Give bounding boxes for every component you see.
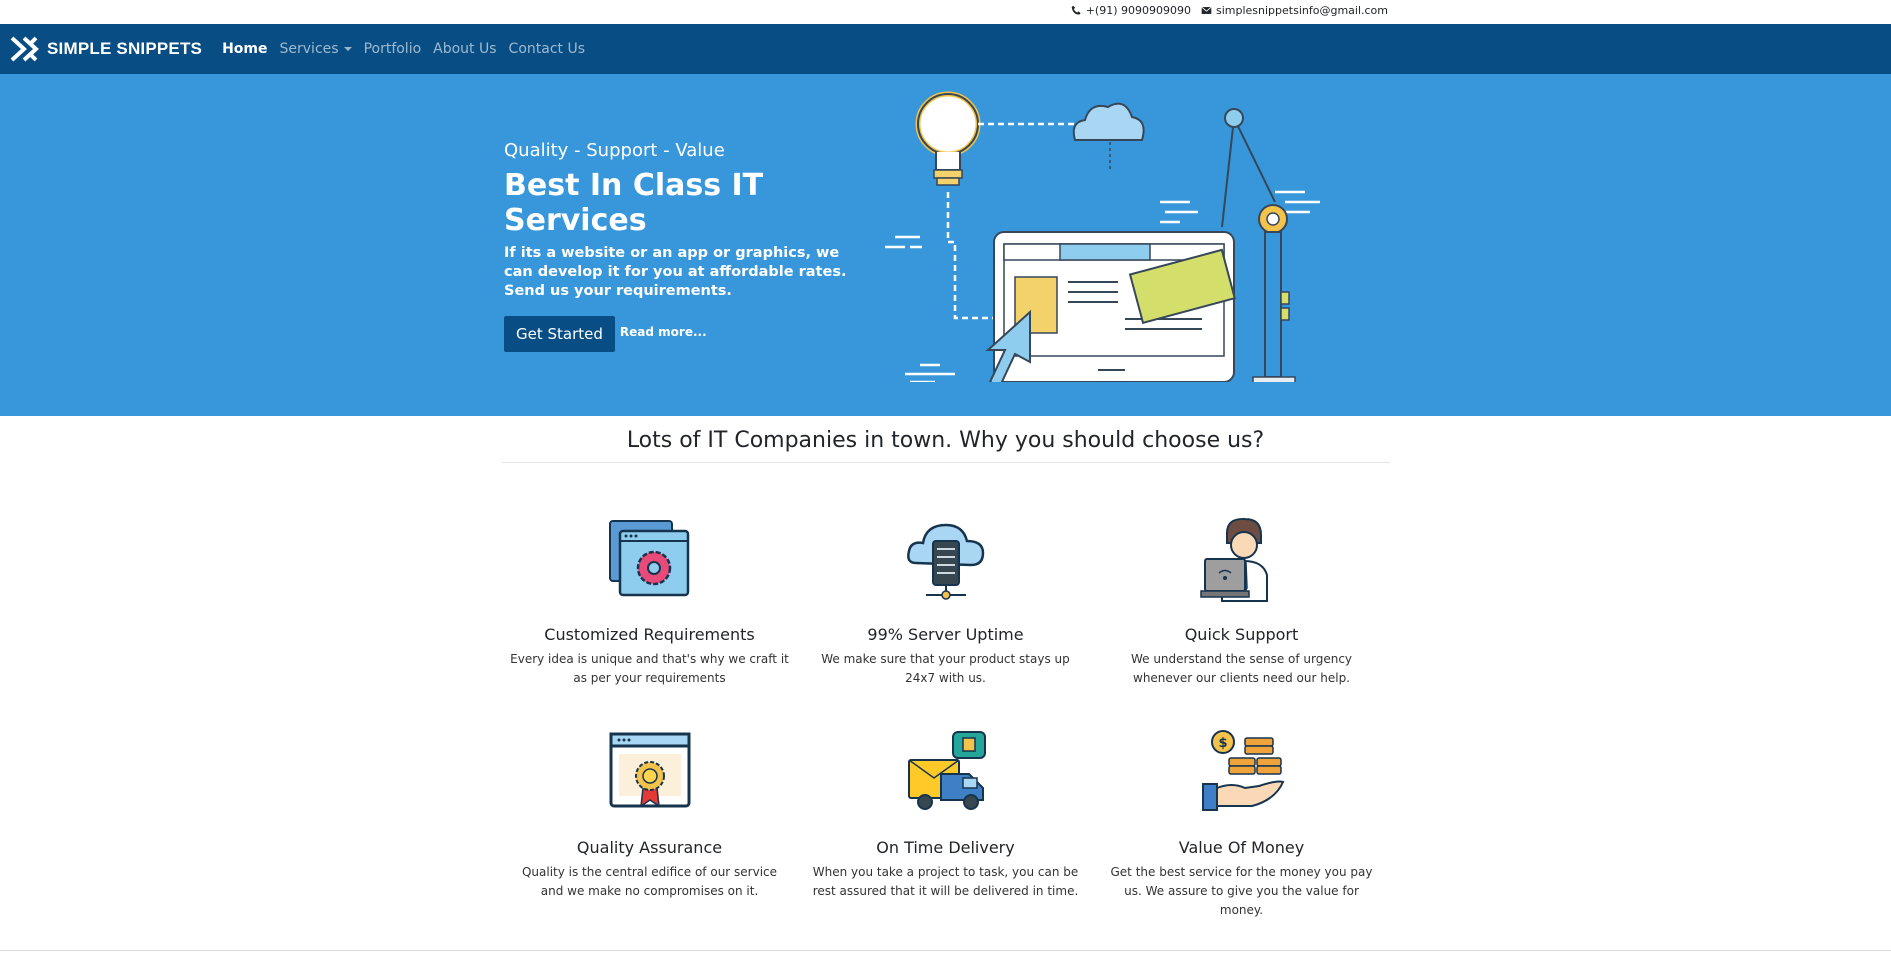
feature-card: Quick Support We understand the sense of…	[1094, 513, 1390, 688]
cloud-icon	[1072, 102, 1145, 141]
top-contact-bar: +(91) 9090909090 simplesnippetsinfo@gmai…	[0, 0, 1891, 24]
brand-logo[interactable]: SIMPLE SNIPPETS	[10, 36, 202, 62]
svg-text:$: $	[1218, 736, 1227, 751]
feature-title: Customized Requirements	[544, 625, 755, 644]
nav-portfolio[interactable]: Portfolio	[364, 41, 422, 57]
phone-icon	[1071, 5, 1081, 15]
feature-title: Quality Assurance	[576, 838, 723, 857]
feature-card: 99% Server Uptime We make sure that your…	[798, 513, 1094, 688]
feature-text: We understand the sense of urgency whene…	[1130, 652, 1353, 685]
support-agent-icon	[1199, 517, 1268, 602]
logo-icon	[10, 36, 39, 62]
feature-card: $ Value Of Money Get the best service fo…	[1094, 726, 1390, 920]
hero-section: Quality - Support - Value Best In Class …	[0, 74, 1891, 416]
certificate-icon	[609, 732, 690, 808]
features-grid: Customized Requirements Every idea is un…	[502, 513, 1390, 920]
delivery-truck-icon	[907, 731, 986, 810]
phone-number: +(91) 9090909090	[1085, 4, 1191, 17]
hero-tagline: Quality - Support - Value	[504, 140, 725, 161]
nav-about[interactable]: About Us	[433, 41, 496, 57]
hero-text: Quality - Support - Value Best In Class …	[504, 140, 864, 352]
get-started-button[interactable]: Get Started	[504, 316, 615, 352]
chevron-down-icon	[343, 47, 352, 51]
email-address: simplesnippetsinfo@gmail.com	[1215, 4, 1388, 17]
section-title: Lots of IT Companies in town. Why you sh…	[501, 428, 1390, 463]
feature-text: Get the best service for the money you p…	[1110, 865, 1373, 917]
feature-text: Quality is the central edifice of our se…	[521, 865, 778, 898]
feature-title: 99% Server Uptime	[867, 625, 1024, 644]
nav-services[interactable]: Services	[280, 41, 352, 57]
email-item[interactable]: simplesnippetsinfo@gmail.com	[1201, 4, 1388, 17]
feature-card: On Time Delivery When you take a project…	[798, 726, 1094, 920]
nav-menu: Home Services Portfolio About Us Contact…	[222, 41, 585, 57]
nav-contact[interactable]: Contact Us	[509, 41, 585, 57]
page-divider	[0, 950, 1891, 951]
hero-description: If its a website or an app or graphics, …	[504, 245, 847, 299]
cloud-server-icon	[906, 523, 984, 600]
feature-text: We make sure that your product stays up …	[821, 652, 1070, 685]
envelope-icon	[1201, 6, 1212, 14]
feature-text: When you take a project to task, you can…	[812, 865, 1079, 898]
hero-actions: Get Started Read more...	[504, 316, 864, 352]
brand-name: SIMPLE SNIPPETS	[47, 39, 203, 58]
why-choose-us-section: Lots of IT Companies in town. Why you sh…	[501, 416, 1390, 920]
money-hand-icon: $	[1201, 730, 1284, 811]
feature-text: Every idea is unique and that's why we c…	[510, 652, 789, 685]
read-more-link[interactable]: Read more...	[620, 325, 707, 339]
nav-services-label: Services	[279, 41, 339, 57]
phone-item[interactable]: +(91) 9090909090	[1071, 4, 1191, 17]
contact-info: +(91) 9090909090 simplesnippetsinfo@gmai…	[1071, 4, 1388, 17]
nav-home[interactable]: Home	[222, 41, 267, 57]
feature-title: Value Of Money	[1178, 838, 1305, 857]
gear-window-icon	[608, 520, 689, 597]
feature-card: Quality Assurance Quality is the central…	[502, 726, 798, 920]
feature-card: Customized Requirements Every idea is un…	[502, 513, 798, 688]
hero-illustration	[885, 91, 1320, 382]
feature-title: On Time Delivery	[876, 838, 1015, 857]
main-navbar: SIMPLE SNIPPETS Home Services Portfolio …	[0, 24, 1891, 74]
lightbulb-icon	[915, 91, 981, 186]
feature-title: Quick Support	[1184, 625, 1299, 644]
hero-title: Best In Class IT Services	[504, 168, 764, 238]
